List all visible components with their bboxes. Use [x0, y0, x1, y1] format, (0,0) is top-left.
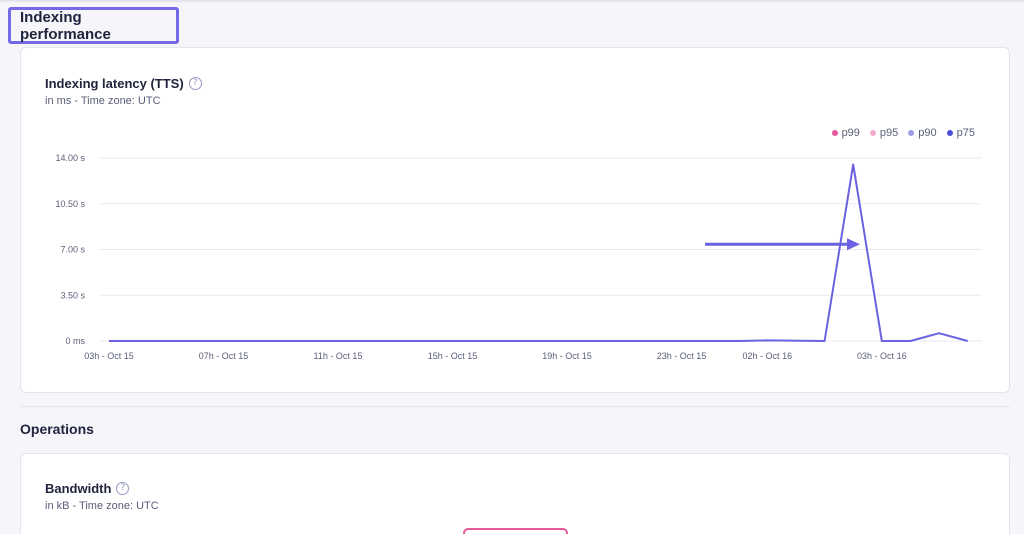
bandwidth-card: Bandwidth ? in kB - Time zone: UTC: [20, 453, 1010, 534]
x-tick-label: 19h - Oct 15: [542, 351, 592, 361]
series-line-p75: [109, 163, 968, 342]
page: Indexing performance Indexing latency (T…: [0, 0, 1024, 534]
latency-chart: 0 ms 3.50 s 7.00 s 10.50 s 14.00 s 03h - Oct …: [55, 153, 982, 361]
top-shadow: [0, 0, 1024, 3]
bandwidth-title-row: Bandwidth ?: [45, 481, 130, 496]
y-tick-label: 14.00 s: [55, 153, 85, 163]
x-tick-label: 15h - Oct 15: [428, 351, 478, 361]
section-title-highlight: Indexing performance: [8, 7, 179, 44]
x-tick-label: 07h - Oct 15: [199, 351, 249, 361]
x-tick-label: 03h - Oct 15: [84, 351, 134, 361]
bandwidth-subtitle: in kB - Time zone: UTC: [45, 500, 159, 512]
annotation-arrow-head: [847, 238, 860, 251]
y-tick-label: 3.50 s: [60, 290, 85, 300]
y-tick-label: 10.50 s: [55, 199, 85, 209]
section-title: Indexing performance: [20, 8, 111, 43]
bandwidth-highlight-box: [463, 528, 568, 534]
x-tick-label: 02h - Oct 16: [743, 351, 793, 361]
section-divider: [20, 406, 1010, 407]
bandwidth-title: Bandwidth: [45, 481, 112, 496]
help-icon[interactable]: ?: [116, 482, 130, 495]
latency-card: Indexing latency (TTS) ? in ms - Time zo…: [20, 47, 1010, 393]
x-tick-label: 11h - Oct 15: [314, 351, 363, 361]
y-tick-label: 7.00 s: [60, 245, 85, 255]
x-tick-label: 23h - Oct 15: [657, 351, 707, 361]
operations-title: Operations: [20, 421, 94, 437]
x-tick-label: 03h - Oct 16: [857, 351, 907, 361]
y-tick-label: 0 ms: [65, 336, 85, 346]
